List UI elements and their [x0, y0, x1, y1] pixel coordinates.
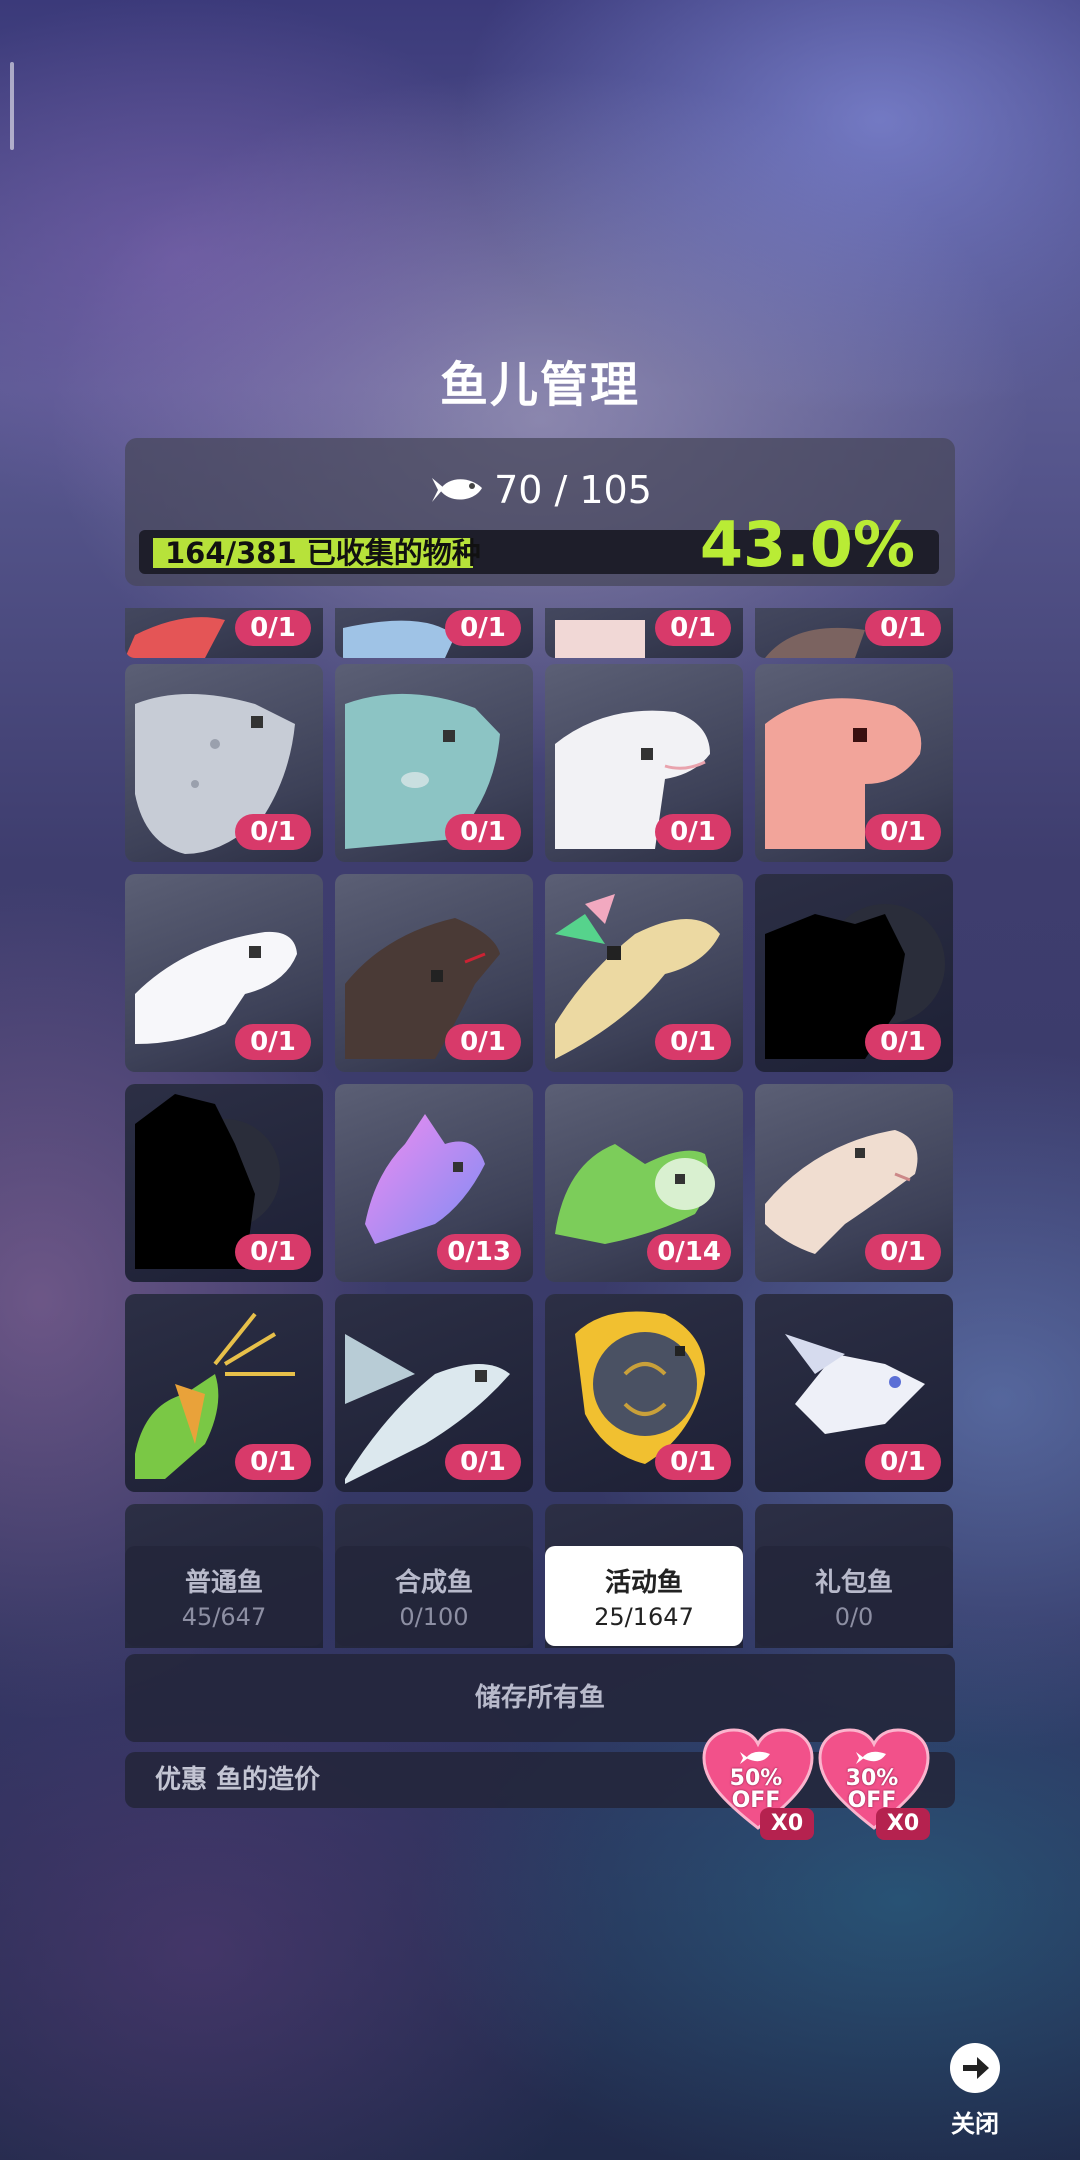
tab-count: 25/1647 — [594, 1603, 694, 1631]
tab-label: 活动鱼 — [604, 1568, 683, 1598]
fish-icon — [428, 471, 484, 515]
fish-owned-badge: 0/1 — [235, 814, 311, 850]
fish-owned-badge: 0/1 — [655, 1444, 731, 1480]
fish-owned-badge: 0/1 — [865, 1024, 941, 1060]
coupon-50-off[interactable]: 50% OFF X0 — [702, 1728, 822, 1848]
fish-owned-badge: 0/1 — [865, 1234, 941, 1270]
fish-tile[interactable]: 0/1 — [125, 608, 323, 658]
fish-owned-badge: 0/1 — [445, 1024, 521, 1060]
fish-owned-badge: 0/1 — [655, 1024, 731, 1060]
tab-fused-fish[interactable]: 合成鱼 0/100 — [335, 1546, 533, 1646]
fish-grid: 0/1 0/1 0/1 0/1 0/1 0/1 0/1 0/1 0/1 0/1 … — [125, 608, 955, 1648]
fish-tile[interactable]: 0/1 — [545, 1294, 743, 1492]
tab-common-fish[interactable]: 普通鱼 45/647 — [125, 1546, 323, 1646]
fish-count-value: 70 / 105 — [494, 468, 652, 512]
fish-tile[interactable]: 0/1 — [755, 1294, 953, 1492]
fish-tile[interactable]: 0/1 — [125, 874, 323, 1072]
coupon-qty: X0 — [876, 1808, 930, 1840]
fish-tile[interactable]: 0/1 — [335, 1294, 533, 1492]
fish-tile[interactable]: 0/1 — [125, 664, 323, 862]
fish-owned-badge: 0/1 — [445, 814, 521, 850]
fish-owned-badge: 0/1 — [655, 814, 731, 850]
discount-label: 优惠 鱼的造价 — [155, 1765, 321, 1795]
tab-label: 礼包鱼 — [814, 1568, 893, 1598]
tab-label: 普通鱼 — [184, 1568, 263, 1598]
tab-count: 45/647 — [181, 1603, 267, 1631]
fish-owned-badge: 0/1 — [235, 610, 311, 646]
fish-category-tabs: 普通鱼 45/647 合成鱼 0/100 活动鱼 25/1647 礼包鱼 0/0 — [125, 1546, 955, 1646]
tab-count: 0/0 — [834, 1603, 874, 1631]
fish-tile[interactable]: 0/1 — [755, 664, 953, 862]
fish-tile[interactable]: 0/1 — [335, 664, 533, 862]
arrow-right-circle-icon — [950, 2043, 1000, 2093]
fish-owned-badge: 0/1 — [445, 1444, 521, 1480]
species-progress-text: 164/381 已收集的物种 — [165, 536, 481, 570]
fish-tile[interactable]: 0/1 — [335, 874, 533, 1072]
tab-label: 合成鱼 — [394, 1568, 473, 1598]
fish-tile[interactable]: 0/1 — [755, 608, 953, 658]
fish-owned-badge: 0/1 — [655, 610, 731, 646]
fish-tile[interactable]: 0/1 — [545, 874, 743, 1072]
coupon-percent: 30% — [845, 1766, 899, 1791]
close-label: 关闭 — [951, 2110, 999, 2138]
close-button[interactable]: 关闭 — [945, 2042, 1005, 2138]
fish-tile[interactable]: 0/1 — [545, 664, 743, 862]
fish-tile[interactable]: 0/1 — [545, 608, 743, 658]
fish-tile[interactable]: 0/1 — [125, 1294, 323, 1492]
collection-percent: 43.0% — [699, 508, 915, 581]
fish-owned-badge: 0/1 — [235, 1234, 311, 1270]
coupon-percent: 50% — [729, 1766, 783, 1791]
fish-owned-badge: 0/1 — [865, 814, 941, 850]
fish-tile-locked[interactable]: 0/1 — [755, 874, 953, 1072]
fish-owned-badge: 0/13 — [437, 1234, 521, 1270]
tab-pack-fish[interactable]: 礼包鱼 0/0 — [755, 1546, 953, 1646]
coupon-30-off[interactable]: 30% OFF X0 — [818, 1728, 938, 1848]
tab-count: 0/100 — [399, 1603, 469, 1631]
side-drawer-handle[interactable] — [10, 62, 14, 150]
fish-owned-badge: 0/14 — [647, 1234, 731, 1270]
fish-owned-badge: 0/1 — [865, 610, 941, 646]
coupon-qty: X0 — [760, 1808, 814, 1840]
fish-tile[interactable]: 0/1 — [335, 608, 533, 658]
tab-event-fish[interactable]: 活动鱼 25/1647 — [545, 1546, 743, 1646]
fish-tile-locked[interactable]: 0/1 — [125, 1084, 323, 1282]
fish-tile[interactable]: 0/13 — [335, 1084, 533, 1282]
collection-summary-panel: 70 / 105 164/381 已收集的物种 43.0% — [125, 438, 955, 586]
fish-tile[interactable]: 0/14 — [545, 1084, 743, 1282]
fish-owned-badge: 0/1 — [865, 1444, 941, 1480]
page-title: 鱼儿管理 — [439, 357, 640, 413]
fish-tile[interactable]: 0/1 — [755, 1084, 953, 1282]
fish-owned-badge: 0/1 — [445, 610, 521, 646]
fish-owned-badge: 0/1 — [235, 1444, 311, 1480]
fish-owned-badge: 0/1 — [235, 1024, 311, 1060]
